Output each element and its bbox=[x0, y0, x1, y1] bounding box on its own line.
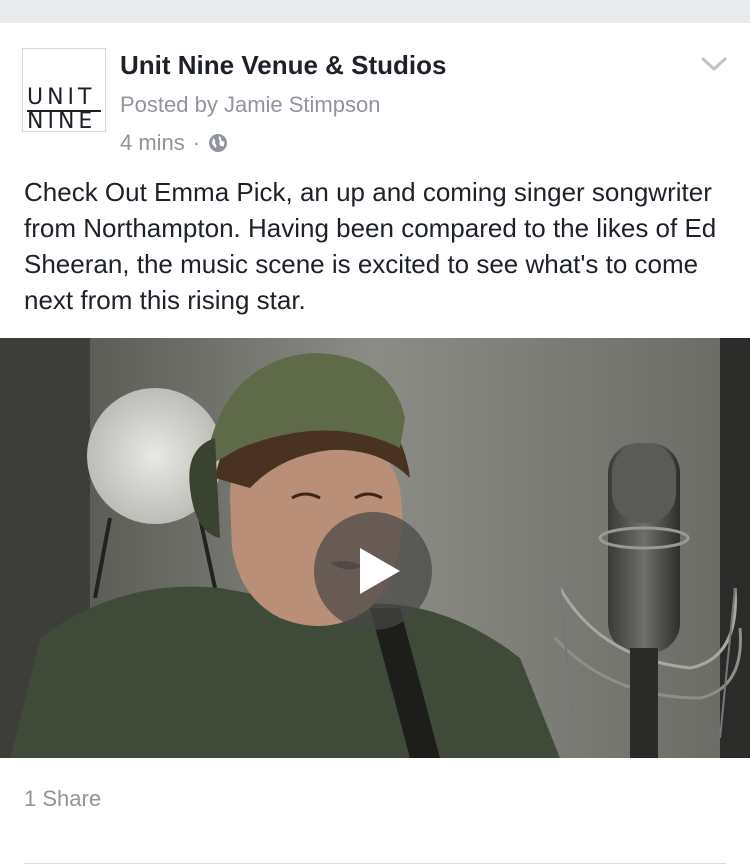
post-text: Check Out Emma Pick, an up and coming si… bbox=[24, 177, 717, 315]
globe-icon[interactable] bbox=[208, 133, 228, 153]
share-count[interactable]: 1 Share bbox=[24, 786, 101, 812]
page-name-link[interactable]: Unit Nine Venue & Studios bbox=[120, 50, 446, 81]
play-icon bbox=[360, 548, 400, 594]
posted-by-text: Posted by Jamie Stimpson bbox=[120, 92, 381, 117]
post-card: UNIT NINE Unit Nine Venue & Studios Post… bbox=[0, 26, 750, 864]
post-meta: 4 mins · bbox=[120, 130, 228, 156]
logo-text-line1: UNIT bbox=[27, 85, 96, 110]
logo-text-line2: NINE bbox=[27, 109, 97, 134]
play-button[interactable] bbox=[314, 512, 432, 630]
chevron-down-icon[interactable] bbox=[700, 54, 728, 74]
timestamp-link[interactable]: 4 mins bbox=[120, 130, 185, 156]
feed-top-strip bbox=[0, 0, 750, 26]
meta-separator: · bbox=[192, 130, 201, 155]
page-avatar[interactable]: UNIT NINE bbox=[22, 48, 106, 134]
